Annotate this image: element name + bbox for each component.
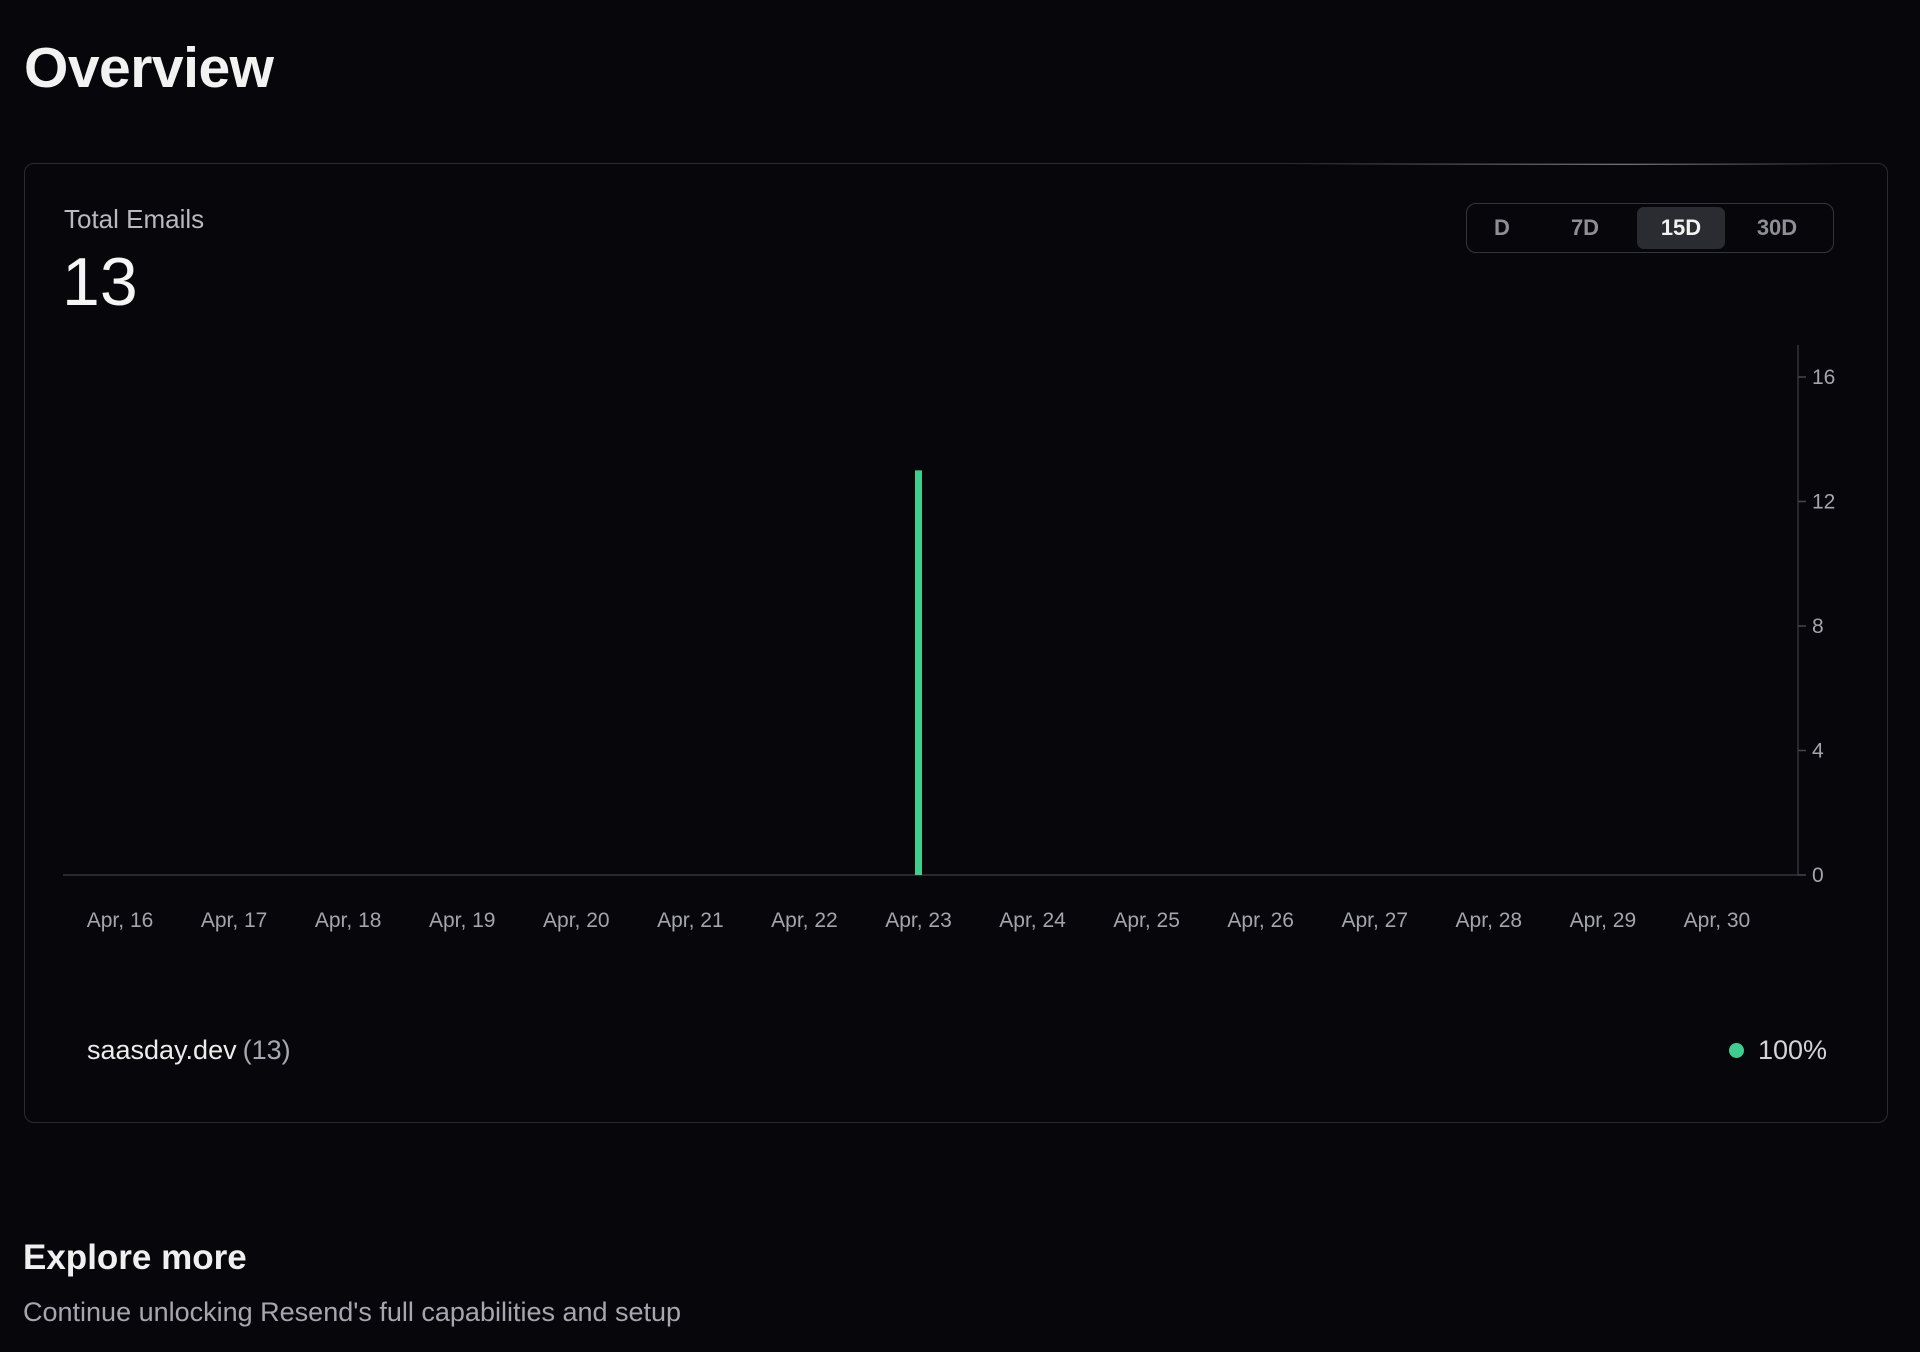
x-tick-label: Apr, 20 xyxy=(543,909,610,932)
x-tick-label: Apr, 18 xyxy=(315,909,382,932)
x-tick-label: Apr, 25 xyxy=(1113,909,1180,932)
legend-row: saasday.dev (13) 100% xyxy=(87,1030,1827,1070)
x-tick-label: Apr, 30 xyxy=(1684,909,1751,932)
x-tick-label: Apr, 23 xyxy=(885,909,952,932)
x-tick-label: Apr, 26 xyxy=(1227,909,1294,932)
explore-more-title: Explore more xyxy=(23,1238,247,1277)
x-tick-label: Apr, 29 xyxy=(1570,909,1637,932)
y-tick-label: 16 xyxy=(1812,366,1835,389)
x-tick-label: Apr, 17 xyxy=(201,909,268,932)
y-tick-label: 4 xyxy=(1812,740,1824,763)
legend-domain-count: (13) xyxy=(242,1035,291,1065)
y-tick-label: 0 xyxy=(1812,864,1824,887)
x-tick-label: Apr, 19 xyxy=(429,909,496,932)
legend-percent: 100% xyxy=(1757,1035,1827,1065)
legend-domain-name: saasday.dev xyxy=(87,1035,237,1065)
page-title: Overview xyxy=(24,36,274,100)
x-tick-label: Apr, 22 xyxy=(771,909,838,932)
x-tick-label: Apr, 28 xyxy=(1456,909,1523,932)
legend-share: 100% xyxy=(1728,1030,1827,1070)
emails-bar-chart: 0 4 8 12 16 Apr, 16 Apr, 17 Apr, 18 Apr, 19 Apr, … xyxy=(63,345,1835,932)
emails-overview-card: Total Emails 13 D 7D 15D 30D 0 4 8 12 16 Apr,… xyxy=(24,163,1888,1123)
x-tick-label: Apr, 16 xyxy=(87,909,154,932)
legend-domain-entry[interactable]: saasday.dev (13) xyxy=(87,1030,291,1070)
explore-more-subtitle: Continue unlocking Resend's full capabil… xyxy=(23,1297,682,1327)
x-tick-label: Apr, 24 xyxy=(999,909,1066,932)
legend-status-dot-icon xyxy=(1728,1042,1744,1058)
x-tick-label: Apr, 27 xyxy=(1341,909,1408,932)
y-tick-label: 8 xyxy=(1812,615,1824,638)
y-tick-label: 12 xyxy=(1812,491,1835,514)
chart-bar xyxy=(915,470,922,875)
x-tick-label: Apr, 21 xyxy=(657,909,724,932)
